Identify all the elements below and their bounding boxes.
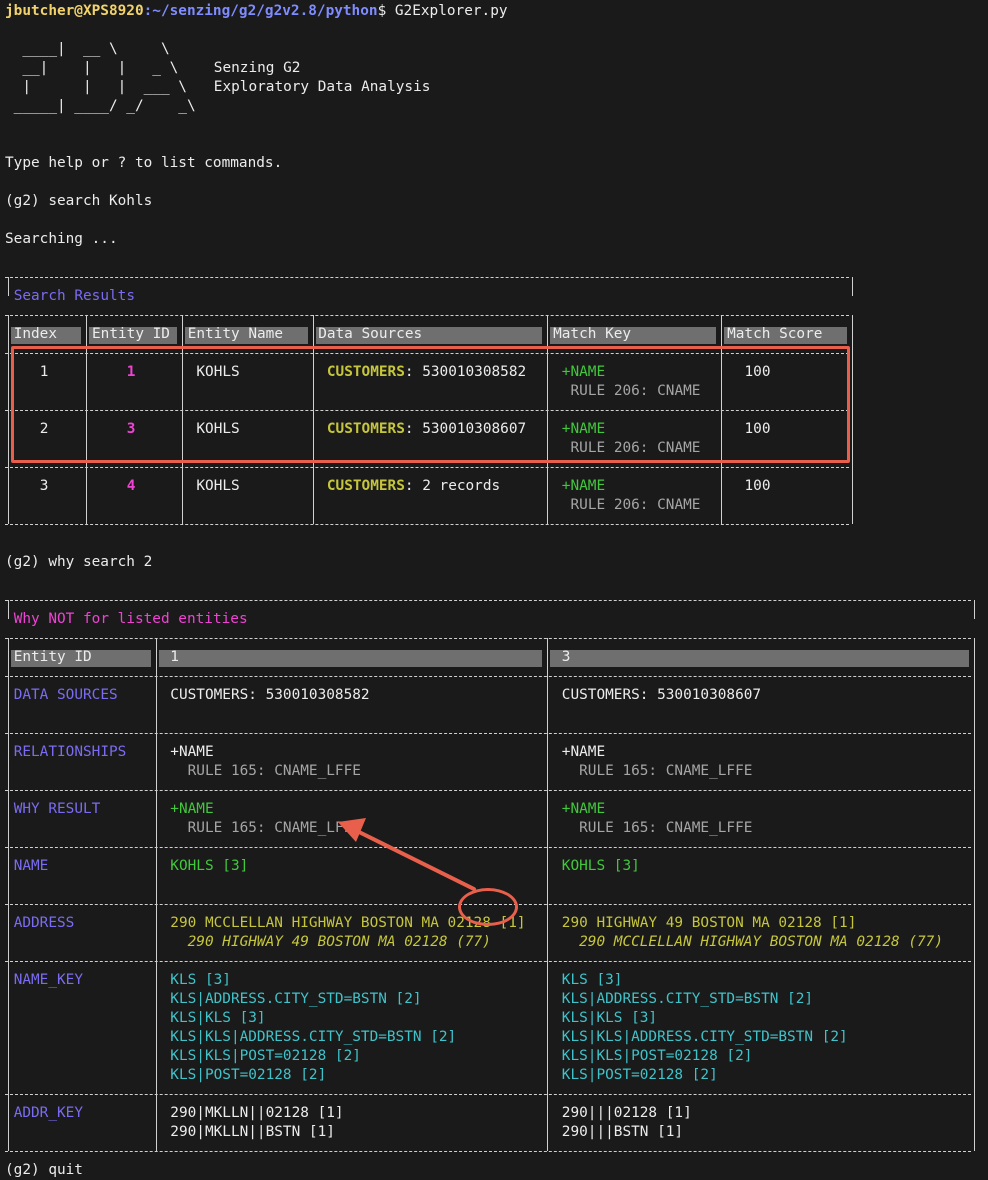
annotation-arrow-shaft: [353, 828, 476, 891]
command-quit: (g2) quit: [5, 1162, 83, 1178]
annotation-arrow: [338, 818, 476, 891]
why-row-rule: [5, 1151, 971, 1152]
terminal-window[interactable]: jbutcher@XPS8920:~/senzing/g2/g2v2.8/pyt…: [0, 0, 988, 1178]
annotation-arrow-head: [338, 818, 366, 842]
